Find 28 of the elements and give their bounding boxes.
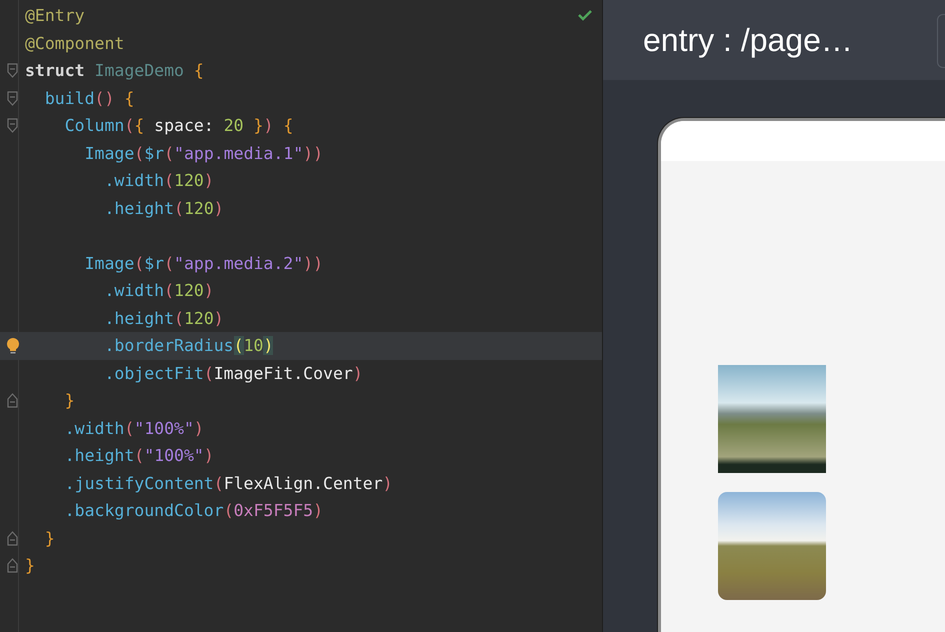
code-line: .justifyContent(FlexAlign.Center) <box>64 472 393 494</box>
code-line: Image($r("app.media.2")) <box>84 252 324 274</box>
fold-icon[interactable] <box>7 393 18 408</box>
code-line: } <box>44 528 55 550</box>
fold-icon[interactable] <box>7 90 18 106</box>
code-line: .height(120) <box>103 308 224 330</box>
lightbulb-icon[interactable] <box>6 336 20 355</box>
code-line: struct ImageDemo { <box>25 60 204 82</box>
code-line: .width("100%") <box>64 418 204 440</box>
code-line: build() { <box>44 88 134 110</box>
code-line: } <box>64 390 75 412</box>
code-line: @Entry <box>25 5 85 27</box>
code-line: Image($r("app.media.1")) <box>84 142 324 164</box>
code-line: .objectFit(ImageFit.Cover) <box>103 362 363 384</box>
code-line: Column({ space: 20 }) { <box>64 115 294 137</box>
fold-icon[interactable] <box>7 558 18 574</box>
fold-icon[interactable] <box>7 530 18 546</box>
code-line: @Component <box>25 32 124 54</box>
code-line: .backgroundColor(0xF5F5F5) <box>64 500 324 522</box>
preview-title: entry : /page… <box>643 22 853 58</box>
code-line: .height("100%") <box>64 445 214 467</box>
fold-icon[interactable] <box>7 118 18 134</box>
code-line: .borderRadius(10) <box>103 335 274 357</box>
code-line: .width(120) <box>103 280 214 302</box>
fold-icon[interactable] <box>7 63 18 78</box>
code-line: .height(120) <box>103 198 224 220</box>
code-line: .width(120) <box>103 170 214 192</box>
code-line: } <box>25 555 35 577</box>
